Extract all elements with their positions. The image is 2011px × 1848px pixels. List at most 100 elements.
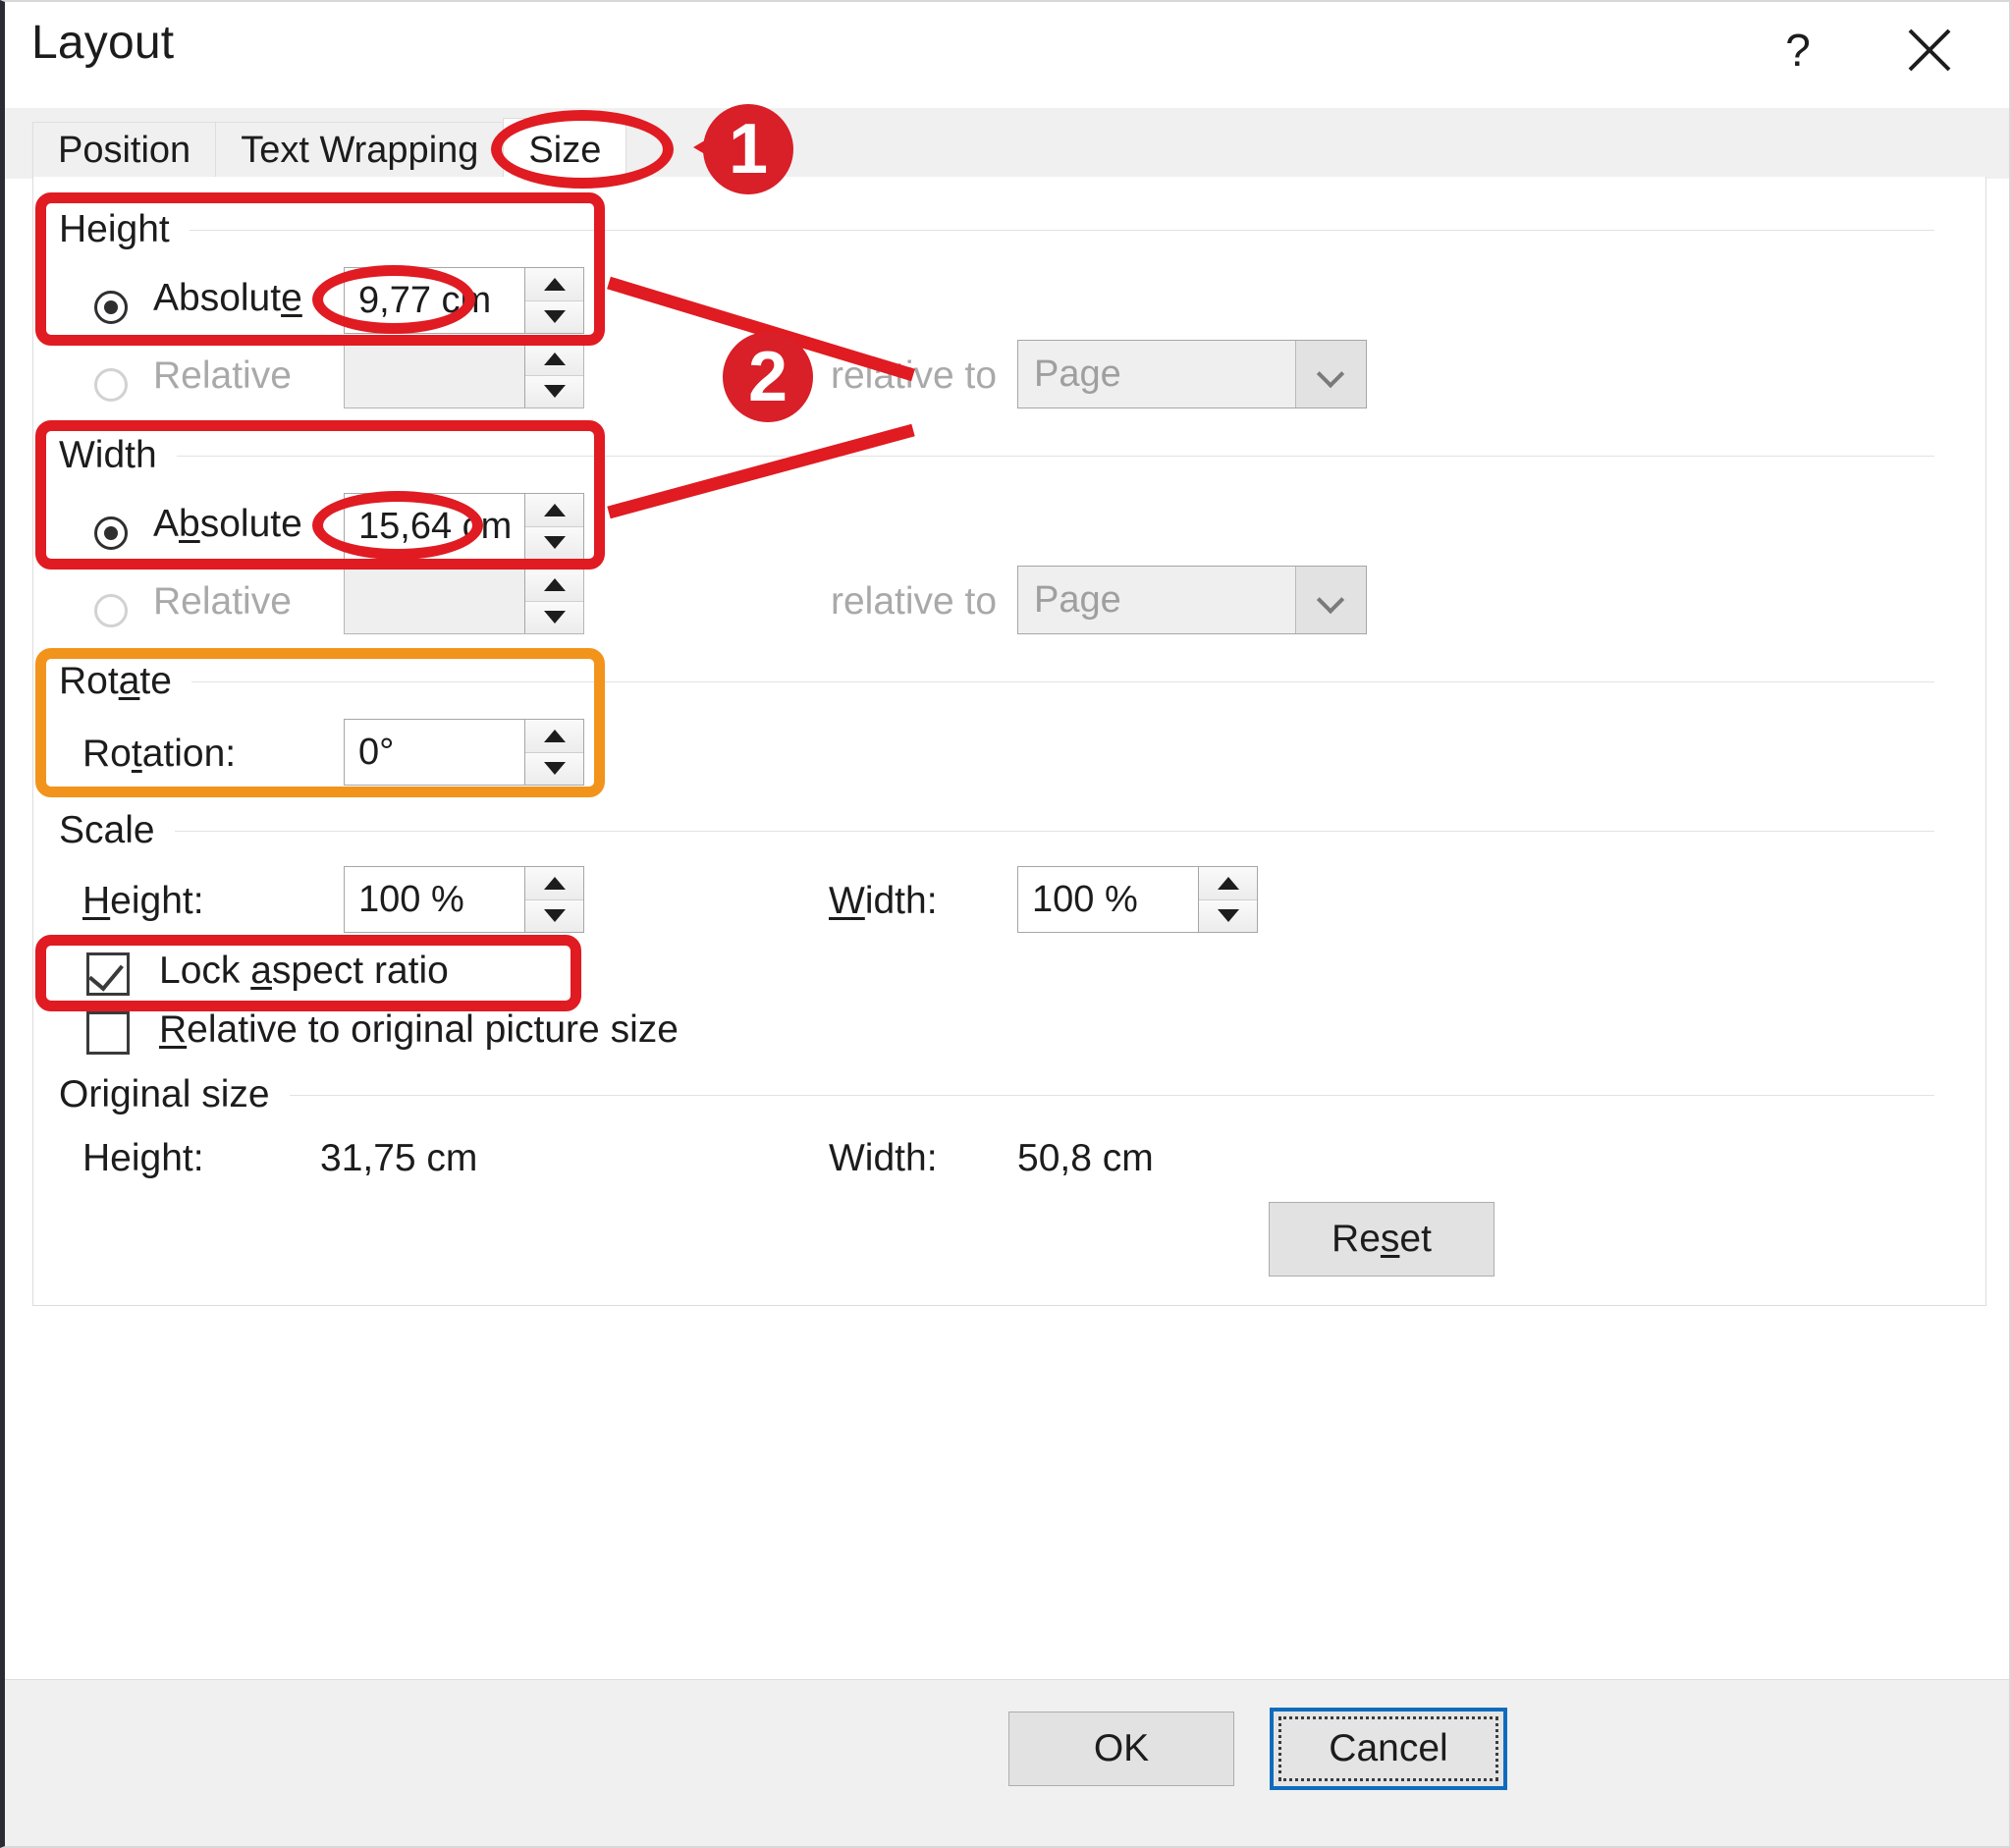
dialog-title: Layout xyxy=(31,17,175,69)
spin-buttons[interactable] xyxy=(524,867,583,932)
spin-up-button[interactable] xyxy=(525,343,583,376)
original-size-group-legend: Original size xyxy=(59,1073,270,1115)
spin-down-button[interactable] xyxy=(525,752,583,785)
tab-position[interactable]: Position xyxy=(32,122,216,179)
arrow-up-icon xyxy=(543,876,566,890)
arrow-up-icon xyxy=(543,352,566,365)
original-size-group-header: Original size xyxy=(59,1073,1934,1115)
relative-original-size-label: Relative to original picture size xyxy=(159,1008,679,1051)
arrow-down-icon xyxy=(543,536,566,550)
scale-group-legend: Scale xyxy=(59,809,155,851)
tab-size[interactable]: Size xyxy=(503,118,627,179)
width-absolute-radio[interactable] xyxy=(94,516,128,550)
accel-char: W xyxy=(829,880,865,922)
height-absolute-spinbox[interactable]: 9,77 cm xyxy=(344,267,584,334)
spin-buttons[interactable] xyxy=(1198,867,1257,932)
rotation-value[interactable]: 0° xyxy=(345,720,524,785)
tab-strip: Position Text Wrapping Size xyxy=(5,108,2009,179)
ok-button[interactable]: OK xyxy=(1008,1712,1234,1786)
spin-up-button[interactable] xyxy=(525,494,583,527)
width-relative-spinbox[interactable] xyxy=(344,568,584,634)
lock-aspect-ratio-checkbox[interactable] xyxy=(86,952,130,996)
height-relative-radio[interactable] xyxy=(94,368,128,402)
close-icon[interactable] xyxy=(1895,16,1964,84)
rotate-group-header: Rotate xyxy=(59,660,1934,702)
dialog-titlebar: Layout ? xyxy=(5,2,2009,108)
focus-outline xyxy=(1278,1716,1498,1781)
reset-button[interactable]: Reset xyxy=(1269,1202,1495,1277)
layout-dialog: Layout ? Position Text Wrapping Size Hei… xyxy=(0,0,2011,1848)
chevron-down-icon[interactable] xyxy=(1295,341,1366,408)
arrow-up-icon xyxy=(543,729,566,742)
spin-down-button[interactable] xyxy=(525,899,583,932)
spin-up-button[interactable] xyxy=(525,720,583,753)
spin-buttons[interactable] xyxy=(524,494,583,559)
accel-char: t xyxy=(131,733,142,775)
height-absolute-radio[interactable] xyxy=(94,291,128,324)
scale-width-value[interactable]: 100 % xyxy=(1018,867,1198,932)
arrow-down-icon xyxy=(543,310,566,324)
group-divider-rule xyxy=(289,1094,1934,1096)
dialog-footer: OK Cancel xyxy=(5,1679,2009,1846)
scale-width-spinbox[interactable]: 100 % xyxy=(1017,866,1258,933)
chevron-down-icon[interactable] xyxy=(1295,567,1366,633)
group-divider-rule xyxy=(174,830,1934,832)
original-height-label: Height: xyxy=(82,1137,204,1179)
spin-up-button[interactable] xyxy=(525,268,583,301)
spin-down-button[interactable] xyxy=(525,526,583,559)
width-group-header: Width xyxy=(59,434,1934,476)
width-absolute-value[interactable]: 15,64 cm xyxy=(345,494,524,559)
accel-char: a xyxy=(250,950,272,992)
original-width-label: Width: xyxy=(829,1137,938,1179)
spin-down-button[interactable] xyxy=(525,300,583,333)
scale-group-header: Scale xyxy=(59,809,1934,851)
height-relative-to-label: relative to xyxy=(831,354,998,397)
spin-buttons[interactable] xyxy=(524,569,583,633)
accel-char: R xyxy=(159,1008,188,1051)
spin-buttons[interactable] xyxy=(524,343,583,408)
width-relative-value[interactable] xyxy=(345,569,524,633)
spin-down-button[interactable] xyxy=(525,375,583,408)
scale-height-label: Height: xyxy=(82,880,204,922)
height-absolute-label: Absolute xyxy=(153,277,302,319)
help-icon[interactable]: ? xyxy=(1764,16,1832,84)
height-group-header: Height xyxy=(59,208,1934,250)
arrow-down-icon xyxy=(1217,909,1239,923)
width-relative-radio[interactable] xyxy=(94,594,128,627)
spin-up-button[interactable] xyxy=(525,867,583,900)
tab-text-wrapping[interactable]: Text Wrapping xyxy=(215,122,504,179)
group-divider-rule xyxy=(176,455,1934,457)
height-relative-to-combobox[interactable]: Page xyxy=(1017,340,1367,408)
spin-down-button[interactable] xyxy=(1199,899,1257,932)
width-relative-label: Relative xyxy=(153,580,292,623)
original-height-value: 31,75 cm xyxy=(320,1137,478,1179)
arrow-down-icon xyxy=(543,385,566,399)
accel-char: s xyxy=(1380,1218,1400,1260)
height-relative-label: Relative xyxy=(153,354,292,397)
arrow-down-icon xyxy=(543,909,566,923)
arrow-up-icon xyxy=(543,277,566,291)
spin-down-button[interactable] xyxy=(525,601,583,633)
scale-width-label: Width: xyxy=(829,880,938,922)
spin-buttons[interactable] xyxy=(524,720,583,785)
height-absolute-value[interactable]: 9,77 cm xyxy=(345,268,524,333)
arrow-up-icon xyxy=(543,577,566,591)
cancel-button[interactable]: Cancel xyxy=(1270,1708,1507,1790)
spin-up-button[interactable] xyxy=(1199,867,1257,900)
scale-height-spinbox[interactable]: 100 % xyxy=(344,866,584,933)
height-relative-value[interactable] xyxy=(345,343,524,408)
spin-up-button[interactable] xyxy=(525,569,583,602)
reset-button-label: Reset xyxy=(1332,1218,1432,1260)
scale-height-value[interactable]: 100 % xyxy=(345,867,524,932)
height-relative-to-value: Page xyxy=(1034,353,1121,395)
width-group-legend: Width xyxy=(59,434,157,476)
rotation-spinbox[interactable]: 0° xyxy=(344,719,584,786)
relative-original-size-checkbox[interactable] xyxy=(86,1011,130,1055)
width-relative-to-combobox[interactable]: Page xyxy=(1017,566,1367,634)
width-absolute-spinbox[interactable]: 15,64 cm xyxy=(344,493,584,560)
accel-char: H xyxy=(82,880,111,922)
arrow-down-icon xyxy=(543,611,566,625)
height-relative-spinbox[interactable] xyxy=(344,342,584,408)
width-relative-to-value: Page xyxy=(1034,578,1121,621)
spin-buttons[interactable] xyxy=(524,268,583,333)
